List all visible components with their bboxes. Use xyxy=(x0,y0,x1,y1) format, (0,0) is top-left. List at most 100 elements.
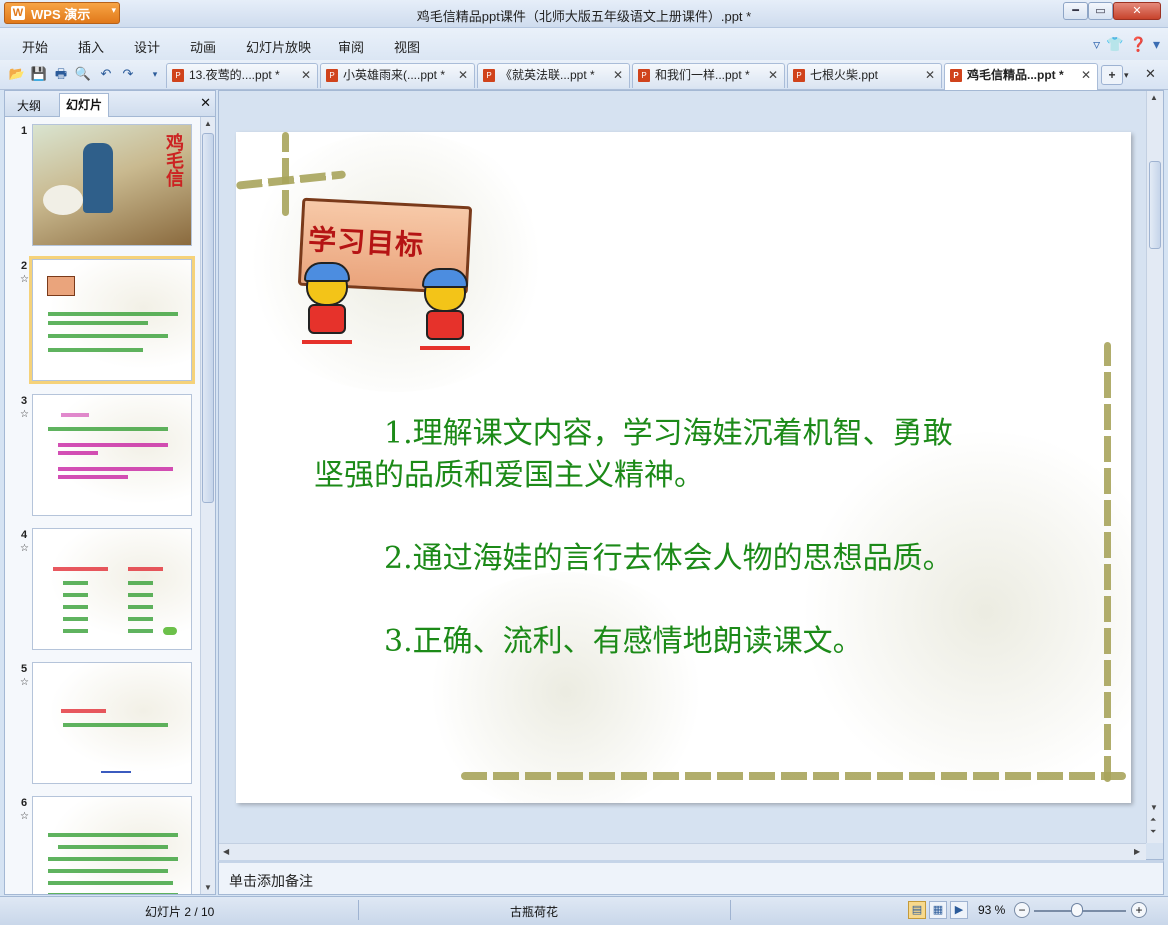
close-document-icon[interactable]: ✕ xyxy=(1145,66,1156,82)
shirt-skin-icon[interactable]: 👕 xyxy=(1106,36,1123,53)
tab-label: 《就英法联...ppt * xyxy=(500,68,595,82)
maximize-button[interactable]: ▭ xyxy=(1088,2,1113,20)
redo-icon[interactable]: ↷ xyxy=(119,65,137,83)
scroll-down-icon[interactable]: ▼ xyxy=(1150,803,1158,812)
chevron-down-icon[interactable]: ▾ xyxy=(1153,36,1160,53)
slide-thumbnail-4[interactable] xyxy=(32,528,192,650)
slide-thumbnail-2-selected[interactable] xyxy=(29,256,195,384)
scroll-right-icon[interactable]: ▶ xyxy=(1134,847,1140,856)
tab-outline[interactable]: 大纲 xyxy=(11,95,47,116)
tab-list-chevron-icon[interactable]: ▾ xyxy=(1124,65,1134,85)
slide-counter: 幻灯片 2 / 10 xyxy=(145,905,215,919)
vine-border xyxy=(1104,342,1111,782)
thumbnail-scrollbar[interactable]: ▲ ▼ xyxy=(200,117,215,894)
ppt-file-icon: P xyxy=(793,69,805,82)
doc-tab-6-active[interactable]: P 鸡毛信精品...ppt * ✕ xyxy=(944,63,1098,90)
tab-label: 七根火柴.ppt xyxy=(810,68,879,82)
scroll-thumb[interactable] xyxy=(1149,161,1161,249)
ppt-file-icon: P xyxy=(326,69,338,82)
doc-tab-4[interactable]: P 和我们一样...ppt * ✕ xyxy=(632,63,785,88)
save-icon[interactable]: 💾 xyxy=(30,65,48,83)
ppt-file-icon: P xyxy=(638,69,650,82)
customize-toolbar-icon[interactable]: ▾ xyxy=(146,65,164,83)
slide-thumbnail-5[interactable] xyxy=(32,662,192,784)
close-icon[interactable]: ✕ xyxy=(200,95,211,111)
tab-slides[interactable]: 幻灯片 xyxy=(59,93,110,117)
menu-start[interactable]: 开始 xyxy=(22,37,48,56)
tab-label: 小英雄雨来(....ppt * xyxy=(343,68,446,82)
goal-1-line-2: 坚强的品质和爱国主义精神。 xyxy=(314,458,704,493)
sheep-figure xyxy=(43,185,83,215)
slide-sorter-view-icon[interactable]: ▦ xyxy=(929,901,947,919)
animation-star-icon: ☆ xyxy=(20,677,29,688)
vine-border xyxy=(461,772,1126,780)
scroll-down-icon[interactable]: ▼ xyxy=(204,883,212,892)
menu-insert[interactable]: 插入 xyxy=(78,37,104,56)
menu-review[interactable]: 审阅 xyxy=(338,37,364,56)
ppt-file-icon: P xyxy=(172,69,184,82)
chevron-down-icon[interactable]: ▿ xyxy=(1093,36,1100,53)
cover-title-art: 鸡毛信 xyxy=(163,133,184,187)
close-icon[interactable]: ✕ xyxy=(458,64,468,86)
scroll-up-icon[interactable]: ▲ xyxy=(204,119,212,128)
menu-slideshow[interactable]: 幻灯片放映 xyxy=(246,37,311,56)
zoom-in-button[interactable]: + xyxy=(1131,902,1147,918)
next-arrow-icon xyxy=(163,627,177,635)
zoom-out-button[interactable]: − xyxy=(1014,902,1030,918)
close-button[interactable]: ✕ xyxy=(1113,2,1161,20)
open-folder-icon[interactable]: 📂 xyxy=(8,65,26,83)
menu-design[interactable]: 设计 xyxy=(134,37,160,56)
close-icon[interactable]: ✕ xyxy=(1081,64,1091,86)
slide-thumbnail-1[interactable]: 鸡毛信 xyxy=(32,124,192,246)
cartoon-kid-left xyxy=(298,262,356,348)
window-title: 鸡毛信精品ppt课件（北师大版五年级语文上册课件）.ppt * xyxy=(416,9,752,24)
title-bar: W WPS 演示 ▾ 鸡毛信精品ppt课件（北师大版五年级语文上册课件）.ppt… xyxy=(0,0,1168,28)
thumb-number: 3 xyxy=(21,395,28,407)
divider xyxy=(358,900,359,920)
animation-star-icon: ☆ xyxy=(20,409,29,420)
close-icon[interactable]: ✕ xyxy=(768,64,778,86)
new-tab-button[interactable]: + xyxy=(1101,65,1123,85)
slide-thumbnail-6[interactable] xyxy=(32,796,192,894)
doc-tab-2[interactable]: P 小英雄雨来(....ppt * ✕ xyxy=(320,63,475,88)
menu-animation[interactable]: 动画 xyxy=(190,37,216,56)
minimize-button[interactable]: ━ xyxy=(1063,2,1088,20)
thumb-number: 6 xyxy=(21,797,28,809)
divider xyxy=(730,900,731,920)
next-slide-icon[interactable]: ⏷ xyxy=(1150,827,1156,837)
thumb-number: 2 xyxy=(21,260,28,272)
notes-placeholder[interactable]: 单击添加备注 xyxy=(229,871,313,891)
normal-view-icon[interactable]: ▤ xyxy=(908,901,926,919)
panel-tabs: 大纲 幻灯片 ✕ xyxy=(5,91,215,117)
undo-icon[interactable]: ↶ xyxy=(97,65,115,83)
print-preview-icon[interactable]: 🔍 xyxy=(74,65,92,83)
animation-star-icon: ☆ xyxy=(20,274,29,285)
slide-heading: 学习目标 xyxy=(307,222,425,263)
scroll-up-icon[interactable]: ▲ xyxy=(1150,93,1158,102)
doc-tab-1[interactable]: P 13.夜莺的....ppt * ✕ xyxy=(166,63,318,88)
scroll-left-icon[interactable]: ◀ xyxy=(223,847,229,856)
goal-2: 2.通过海娃的言行去体会人物的思想品质。 xyxy=(384,541,953,576)
previous-slide-icon[interactable]: ⏶ xyxy=(1150,815,1156,825)
close-icon[interactable]: ✕ xyxy=(613,64,623,86)
slide-vertical-scrollbar[interactable]: ▲ ▼ ⏶ ⏷ xyxy=(1146,91,1163,843)
slideshow-view-icon[interactable]: ▶ xyxy=(950,901,968,919)
doc-tab-5[interactable]: P 七根火柴.ppt ✕ xyxy=(787,63,942,88)
notes-pane[interactable]: 单击添加备注 xyxy=(218,860,1164,895)
tab-label: 鸡毛信精品...ppt * xyxy=(967,68,1064,82)
help-icon[interactable]: ❓ xyxy=(1130,36,1147,53)
zoom-slider-handle[interactable] xyxy=(1071,903,1083,917)
tab-label: 和我们一样...ppt * xyxy=(655,68,750,82)
thumb-number: 4 xyxy=(21,529,28,541)
slide-horizontal-scrollbar[interactable]: ◀ ▶ xyxy=(219,843,1146,860)
menu-view[interactable]: 视图 xyxy=(394,37,420,56)
doc-tab-3[interactable]: P 《就英法联...ppt * ✕ xyxy=(477,63,630,88)
slide-thumbnail-3[interactable] xyxy=(32,394,192,516)
current-slide[interactable]: 学习目标 1.理解课文内容，学习海娃沉着机智、勇敢 坚强的品质和爱国主义精神。 … xyxy=(236,132,1131,803)
close-icon[interactable]: ✕ xyxy=(925,64,935,86)
mini-link xyxy=(101,771,131,773)
close-icon[interactable]: ✕ xyxy=(301,64,311,86)
scroll-thumb[interactable] xyxy=(202,133,214,503)
goal-3: 3.正确、流利、有感情地朗读课文。 xyxy=(384,624,863,659)
print-icon[interactable]: 🖶 xyxy=(52,65,70,83)
